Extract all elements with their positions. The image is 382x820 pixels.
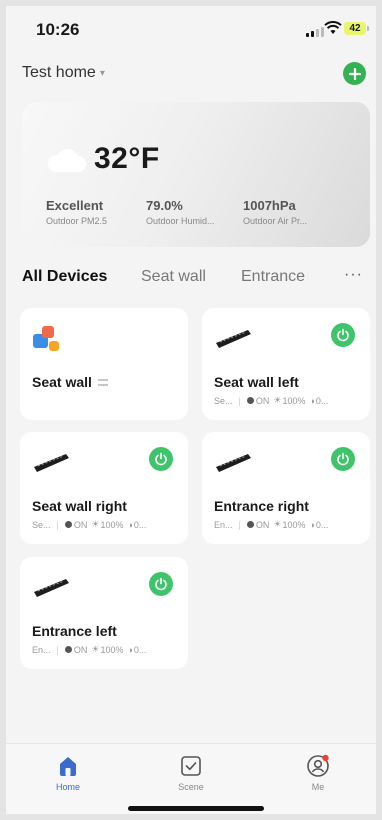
device-name: Entrance right: [214, 498, 309, 514]
power-toggle-button[interactable]: [149, 447, 173, 471]
stat-air-pressure: 1007hPa Outdoor Air Pr...: [243, 198, 308, 226]
light-bar-icon: [216, 330, 251, 348]
device-meta: En... | ON ☀ 100% ◑ 0...: [32, 644, 147, 655]
more-icon[interactable]: ···: [344, 266, 363, 284]
device-meta: Se... | ON ☀ 100% ◑ 0...: [214, 395, 329, 406]
status-dot-icon: [64, 521, 72, 528]
nav-scene-label: Scene: [178, 782, 204, 792]
device-extra: 0...: [133, 644, 147, 655]
home-icon: [60, 757, 76, 776]
device-extra: 0...: [315, 395, 329, 406]
add-device-button[interactable]: [343, 62, 366, 85]
power-toggle-button[interactable]: [331, 447, 355, 471]
device-card-seat-wall[interactable]: Seat wall: [20, 308, 188, 420]
nav-me[interactable]: Me: [288, 753, 348, 792]
device-card-entrance-right[interactable]: Entrance right En... | ON ☀ 100% ◑ 0...: [202, 432, 370, 544]
stat-pm25: Excellent Outdoor PM2.5: [46, 198, 108, 226]
device-status: ON: [255, 395, 270, 406]
device-room: En...: [32, 644, 51, 655]
brightness-icon: ☀: [91, 644, 100, 654]
status-dot-icon: [64, 646, 72, 653]
power-toggle-button[interactable]: [149, 572, 173, 596]
brightness-icon: ☀: [91, 519, 100, 529]
device-meta: Se... | ON ☀ 100% ◑ 0...: [32, 519, 147, 530]
device-status: ON: [73, 519, 88, 530]
nav-home-label: Home: [55, 782, 80, 792]
home-name: Test home: [22, 64, 96, 81]
light-bar-icon: [34, 454, 69, 472]
light-bar-icon: [216, 454, 251, 472]
device-card-seat-wall-right[interactable]: Seat wall right Se... | ON ☀ 100% ◑ 0...: [20, 432, 188, 544]
tab-seat-wall[interactable]: Seat wall: [141, 268, 206, 286]
room-tabs: All Devices Seat wall Entrance ···: [22, 266, 370, 292]
device-name: Seat wall left: [214, 374, 299, 390]
plus-icon: [348, 67, 361, 80]
device-group-icon: [33, 326, 59, 351]
weather-card[interactable]: 32°F Excellent Outdoor PM2.5 79.0% Outdo…: [22, 102, 370, 247]
light-bar-icon: [34, 579, 69, 597]
list-icon: [97, 378, 108, 386]
device-card-seat-wall-left[interactable]: Seat wall left Se... | ON ☀ 100% ◑ 0...: [202, 308, 370, 420]
device-card-entrance-left[interactable]: Entrance left En... | ON ☀ 100% ◑ 0...: [20, 557, 188, 669]
brightness-icon: ☀: [273, 395, 282, 405]
wifi-icon: [324, 21, 342, 34]
device-brightness: 100%: [282, 519, 306, 530]
device-brightness: 100%: [100, 644, 124, 655]
device-status: ON: [73, 644, 88, 655]
nav-me-label: Me: [311, 782, 325, 792]
device-extra: 0...: [133, 519, 147, 530]
tab-entrance[interactable]: Entrance: [241, 268, 305, 286]
battery-icon: 42: [344, 22, 366, 35]
status-bar: 10:26 42: [6, 6, 376, 50]
home-indicator[interactable]: [128, 806, 264, 811]
power-toggle-button[interactable]: [331, 323, 355, 347]
user-profile-icon: [307, 754, 329, 777]
status-time: 10:26: [36, 20, 80, 39]
status-dot-icon: [246, 521, 254, 528]
power-icon: [155, 452, 167, 466]
device-brightness: 100%: [100, 519, 124, 530]
contrast-icon: ◑: [127, 519, 133, 530]
temperature-value: 32°F: [94, 142, 160, 175]
device-extra: 0...: [315, 519, 329, 530]
contrast-icon: ◑: [309, 519, 315, 530]
device-room: Se...: [32, 519, 51, 530]
device-meta: En... | ON ☀ 100% ◑ 0...: [214, 519, 329, 530]
device-name: Entrance left: [32, 623, 117, 639]
device-status: ON: [255, 519, 270, 530]
status-dot-icon: [246, 397, 254, 404]
power-icon: [337, 452, 349, 466]
cellular-signal-icon: [306, 27, 324, 37]
cloud-icon: [47, 149, 86, 172]
tab-all-devices[interactable]: All Devices: [22, 268, 107, 286]
contrast-icon: ◑: [127, 644, 133, 655]
device-room: Se...: [214, 395, 233, 406]
brightness-icon: ☀: [273, 519, 282, 529]
stat-humidity: 79.0% Outdoor Humid...: [146, 198, 215, 226]
chevron-down-icon: ▾: [99, 67, 105, 79]
device-room: En...: [214, 519, 233, 530]
contrast-icon: ◑: [309, 395, 315, 406]
power-icon: [337, 328, 349, 342]
nav-home[interactable]: Home: [38, 753, 98, 792]
nav-scene[interactable]: Scene: [161, 753, 221, 792]
device-name: Seat wall: [32, 374, 108, 390]
bottom-nav: Home Scene Me: [6, 743, 376, 814]
app-screen: 10:26 42 Test home ▾ 32°F Excellent Outd…: [6, 6, 376, 814]
home-selector[interactable]: Test home ▾: [22, 64, 105, 82]
power-icon: [155, 577, 167, 591]
device-brightness: 100%: [282, 395, 306, 406]
checkbox-icon: [181, 756, 201, 776]
device-name: Seat wall right: [32, 498, 127, 514]
